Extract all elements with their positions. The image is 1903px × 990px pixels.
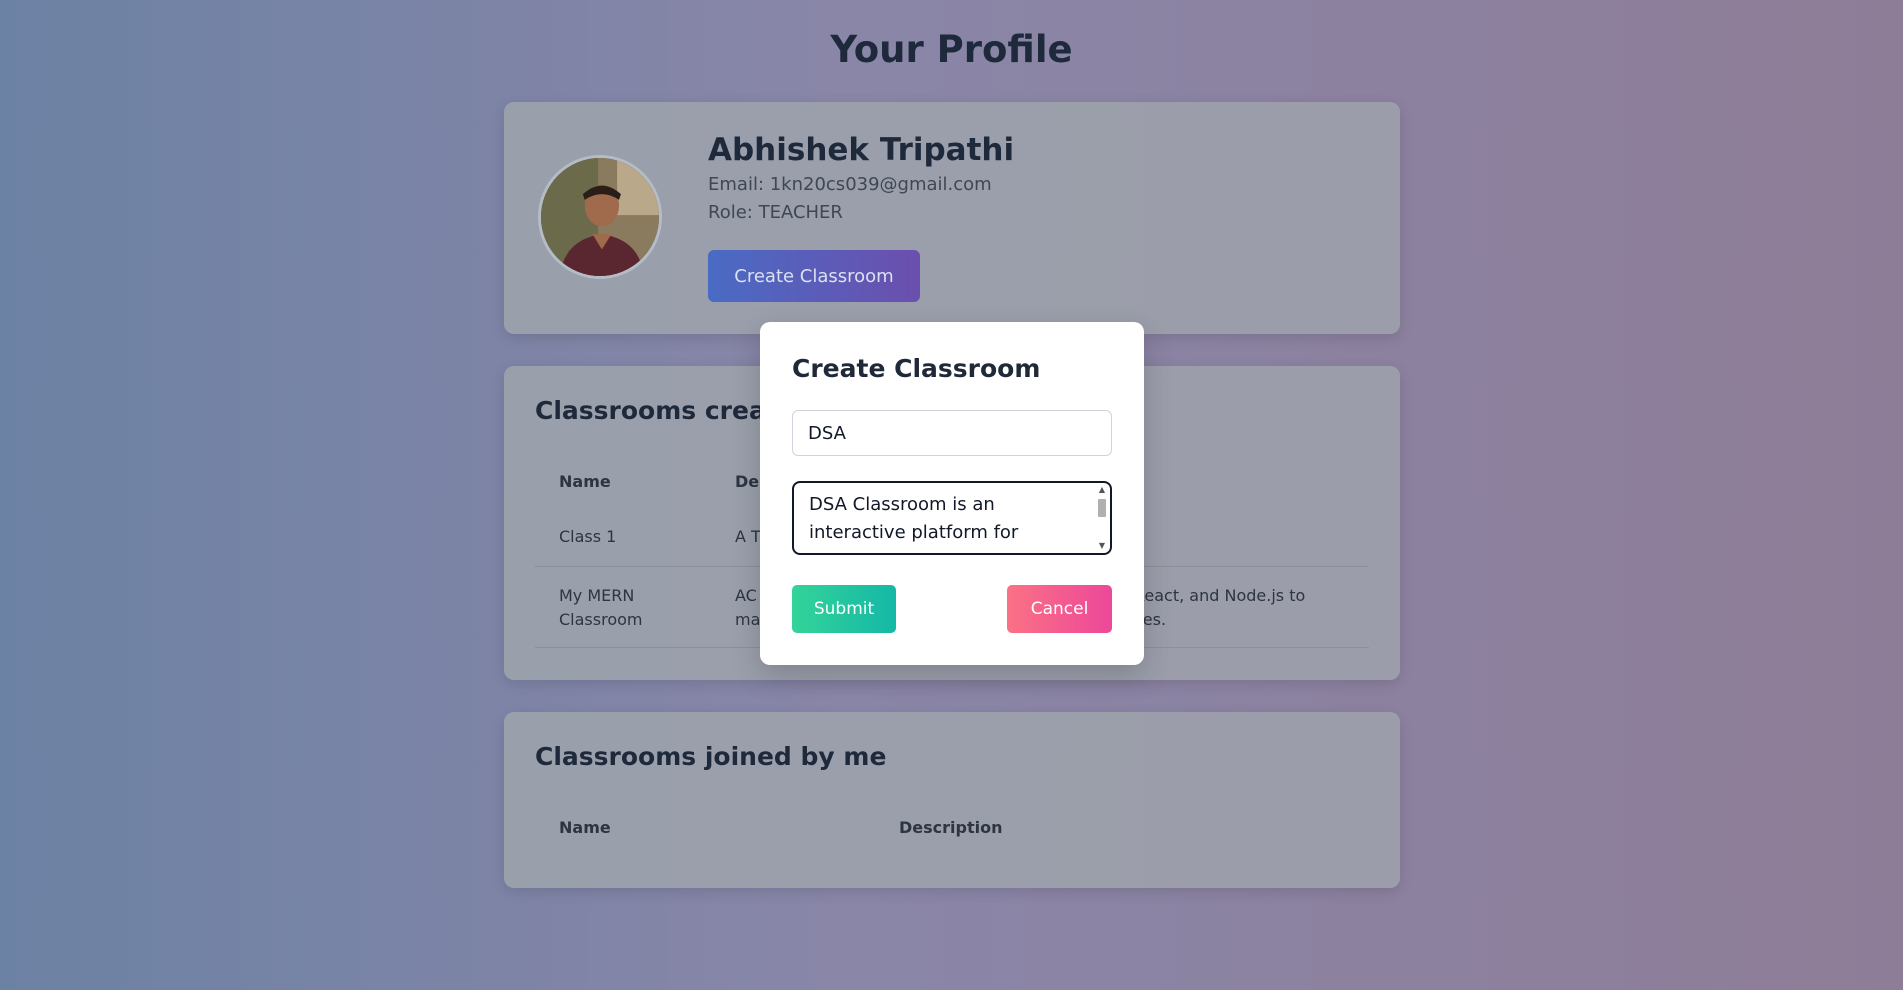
textarea-scrollbar[interactable]: ▲ ▼	[1096, 485, 1108, 551]
user-role: Role: TEACHER	[708, 202, 843, 223]
page-title: Your Profile	[830, 28, 1073, 71]
create-classroom-button[interactable]: Create Classroom	[708, 250, 920, 302]
table-cell-description-left1: AC	[735, 586, 757, 605]
scroll-down-arrow-icon[interactable]: ▼	[1096, 541, 1108, 551]
profile-card: Abhishek Tripathi Email: 1kn20cs039@gmai…	[504, 102, 1400, 334]
submit-button[interactable]: Submit	[792, 585, 896, 633]
user-name: Abhishek Tripathi	[708, 132, 1015, 168]
table-cell-description-right1: React, and Node.js to	[1134, 586, 1306, 605]
table-cell-description-left2: ma	[735, 610, 761, 629]
create-classroom-modal: Create Classroom DSA Classroom is an int…	[760, 322, 1144, 665]
table-cell-description: A T	[735, 527, 761, 546]
joined-section-title: Classrooms joined by me	[535, 742, 887, 771]
column-header-description: Description	[899, 818, 1003, 837]
table-cell-name-line2: Classroom	[559, 610, 643, 629]
classroom-description-textarea[interactable]: DSA Classroom is an interactive platform…	[792, 481, 1112, 555]
avatar	[538, 155, 662, 279]
table-cell-name: Class 1	[559, 527, 617, 546]
scroll-up-arrow-icon[interactable]: ▲	[1096, 485, 1108, 495]
column-header-name: Name	[559, 472, 611, 491]
scroll-thumb[interactable]	[1098, 499, 1106, 517]
table-cell-name-line1: My MERN	[559, 586, 635, 605]
avatar-image	[541, 158, 659, 276]
joined-classrooms-card: Classrooms joined by me Name Description	[504, 712, 1400, 888]
column-header-name: Name	[559, 818, 611, 837]
cancel-button[interactable]: Cancel	[1007, 585, 1112, 633]
user-email: Email: 1kn20cs039@gmail.com	[708, 174, 992, 195]
modal-title: Create Classroom	[792, 354, 1041, 383]
classroom-name-input[interactable]	[792, 410, 1112, 456]
